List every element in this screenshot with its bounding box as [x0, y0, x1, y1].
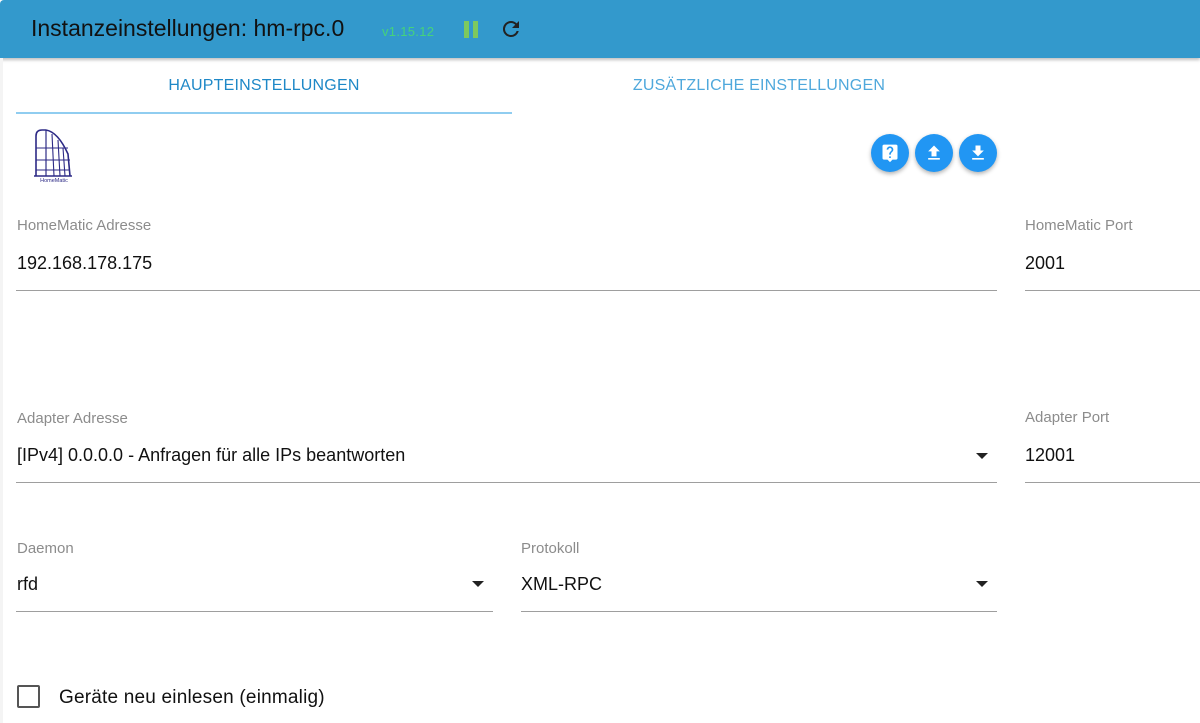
homematic-logo: HomeMatic [34, 129, 72, 184]
homematic-port-label: HomeMatic Port [1025, 217, 1133, 234]
reload-devices-checkbox[interactable] [17, 685, 40, 708]
homematic-address-underline [16, 290, 997, 291]
reload-devices-label[interactable]: Geräte neu einlesen (einmalig) [59, 687, 325, 709]
upload-button[interactable] [915, 134, 953, 172]
adapter-port-underline [1025, 482, 1200, 483]
adapter-port-input[interactable]: 12001 [1025, 445, 1075, 466]
daemon-chevron-down-icon[interactable] [472, 581, 484, 587]
daemon-select[interactable]: rfd [17, 574, 38, 595]
adapter-address-select[interactable]: [IPv4] 0.0.0.0 - Anfragen für alle IPs b… [17, 445, 405, 466]
daemon-underline [16, 611, 493, 612]
reload-icon[interactable] [499, 17, 523, 41]
homematic-port-underline [1025, 290, 1200, 291]
logo-wordmark: HomeMatic [40, 178, 68, 184]
help-icon [882, 144, 898, 163]
download-button[interactable] [959, 134, 997, 172]
upload-icon [928, 145, 940, 160]
daemon-label: Daemon [17, 540, 74, 557]
download-icon [972, 145, 984, 160]
adapter-address-label: Adapter Adresse [17, 410, 128, 427]
adapter-address-chevron-down-icon[interactable] [976, 453, 988, 459]
page-title: Instanzeinstellungen: hm-rpc.0 [31, 15, 345, 41]
adapter-address-underline [16, 482, 997, 483]
version-badge: v1.15.12 [382, 24, 435, 39]
protocol-chevron-down-icon[interactable] [976, 581, 988, 587]
homematic-port-input[interactable]: 2001 [1025, 253, 1065, 274]
panel-edge [0, 58, 3, 723]
tab-main-settings[interactable]: HAUPTEINSTELLUNGEN [16, 58, 512, 114]
adapter-port-label: Adapter Port [1025, 409, 1110, 426]
help-button[interactable] [871, 134, 909, 172]
settings-panel: HAUPTEINSTELLUNGEN ZUSÄTZLICHE EINSTELLU… [0, 58, 1200, 723]
tab-additional-settings[interactable]: ZUSÄTZLICHE EINSTELLUNGEN [512, 58, 1006, 114]
title-bar: Instanzeinstellungen: hm-rpc.0 v1.15.12 [0, 0, 1200, 58]
pause-icon[interactable] [463, 21, 479, 38]
homematic-address-label: HomeMatic Adresse [17, 217, 152, 234]
homematic-address-input[interactable]: 192.168.178.175 [17, 253, 152, 274]
tab-active-indicator [16, 112, 512, 114]
protocol-underline [521, 611, 997, 612]
protocol-label: Protokoll [521, 540, 580, 557]
protocol-select[interactable]: XML-RPC [521, 574, 602, 595]
